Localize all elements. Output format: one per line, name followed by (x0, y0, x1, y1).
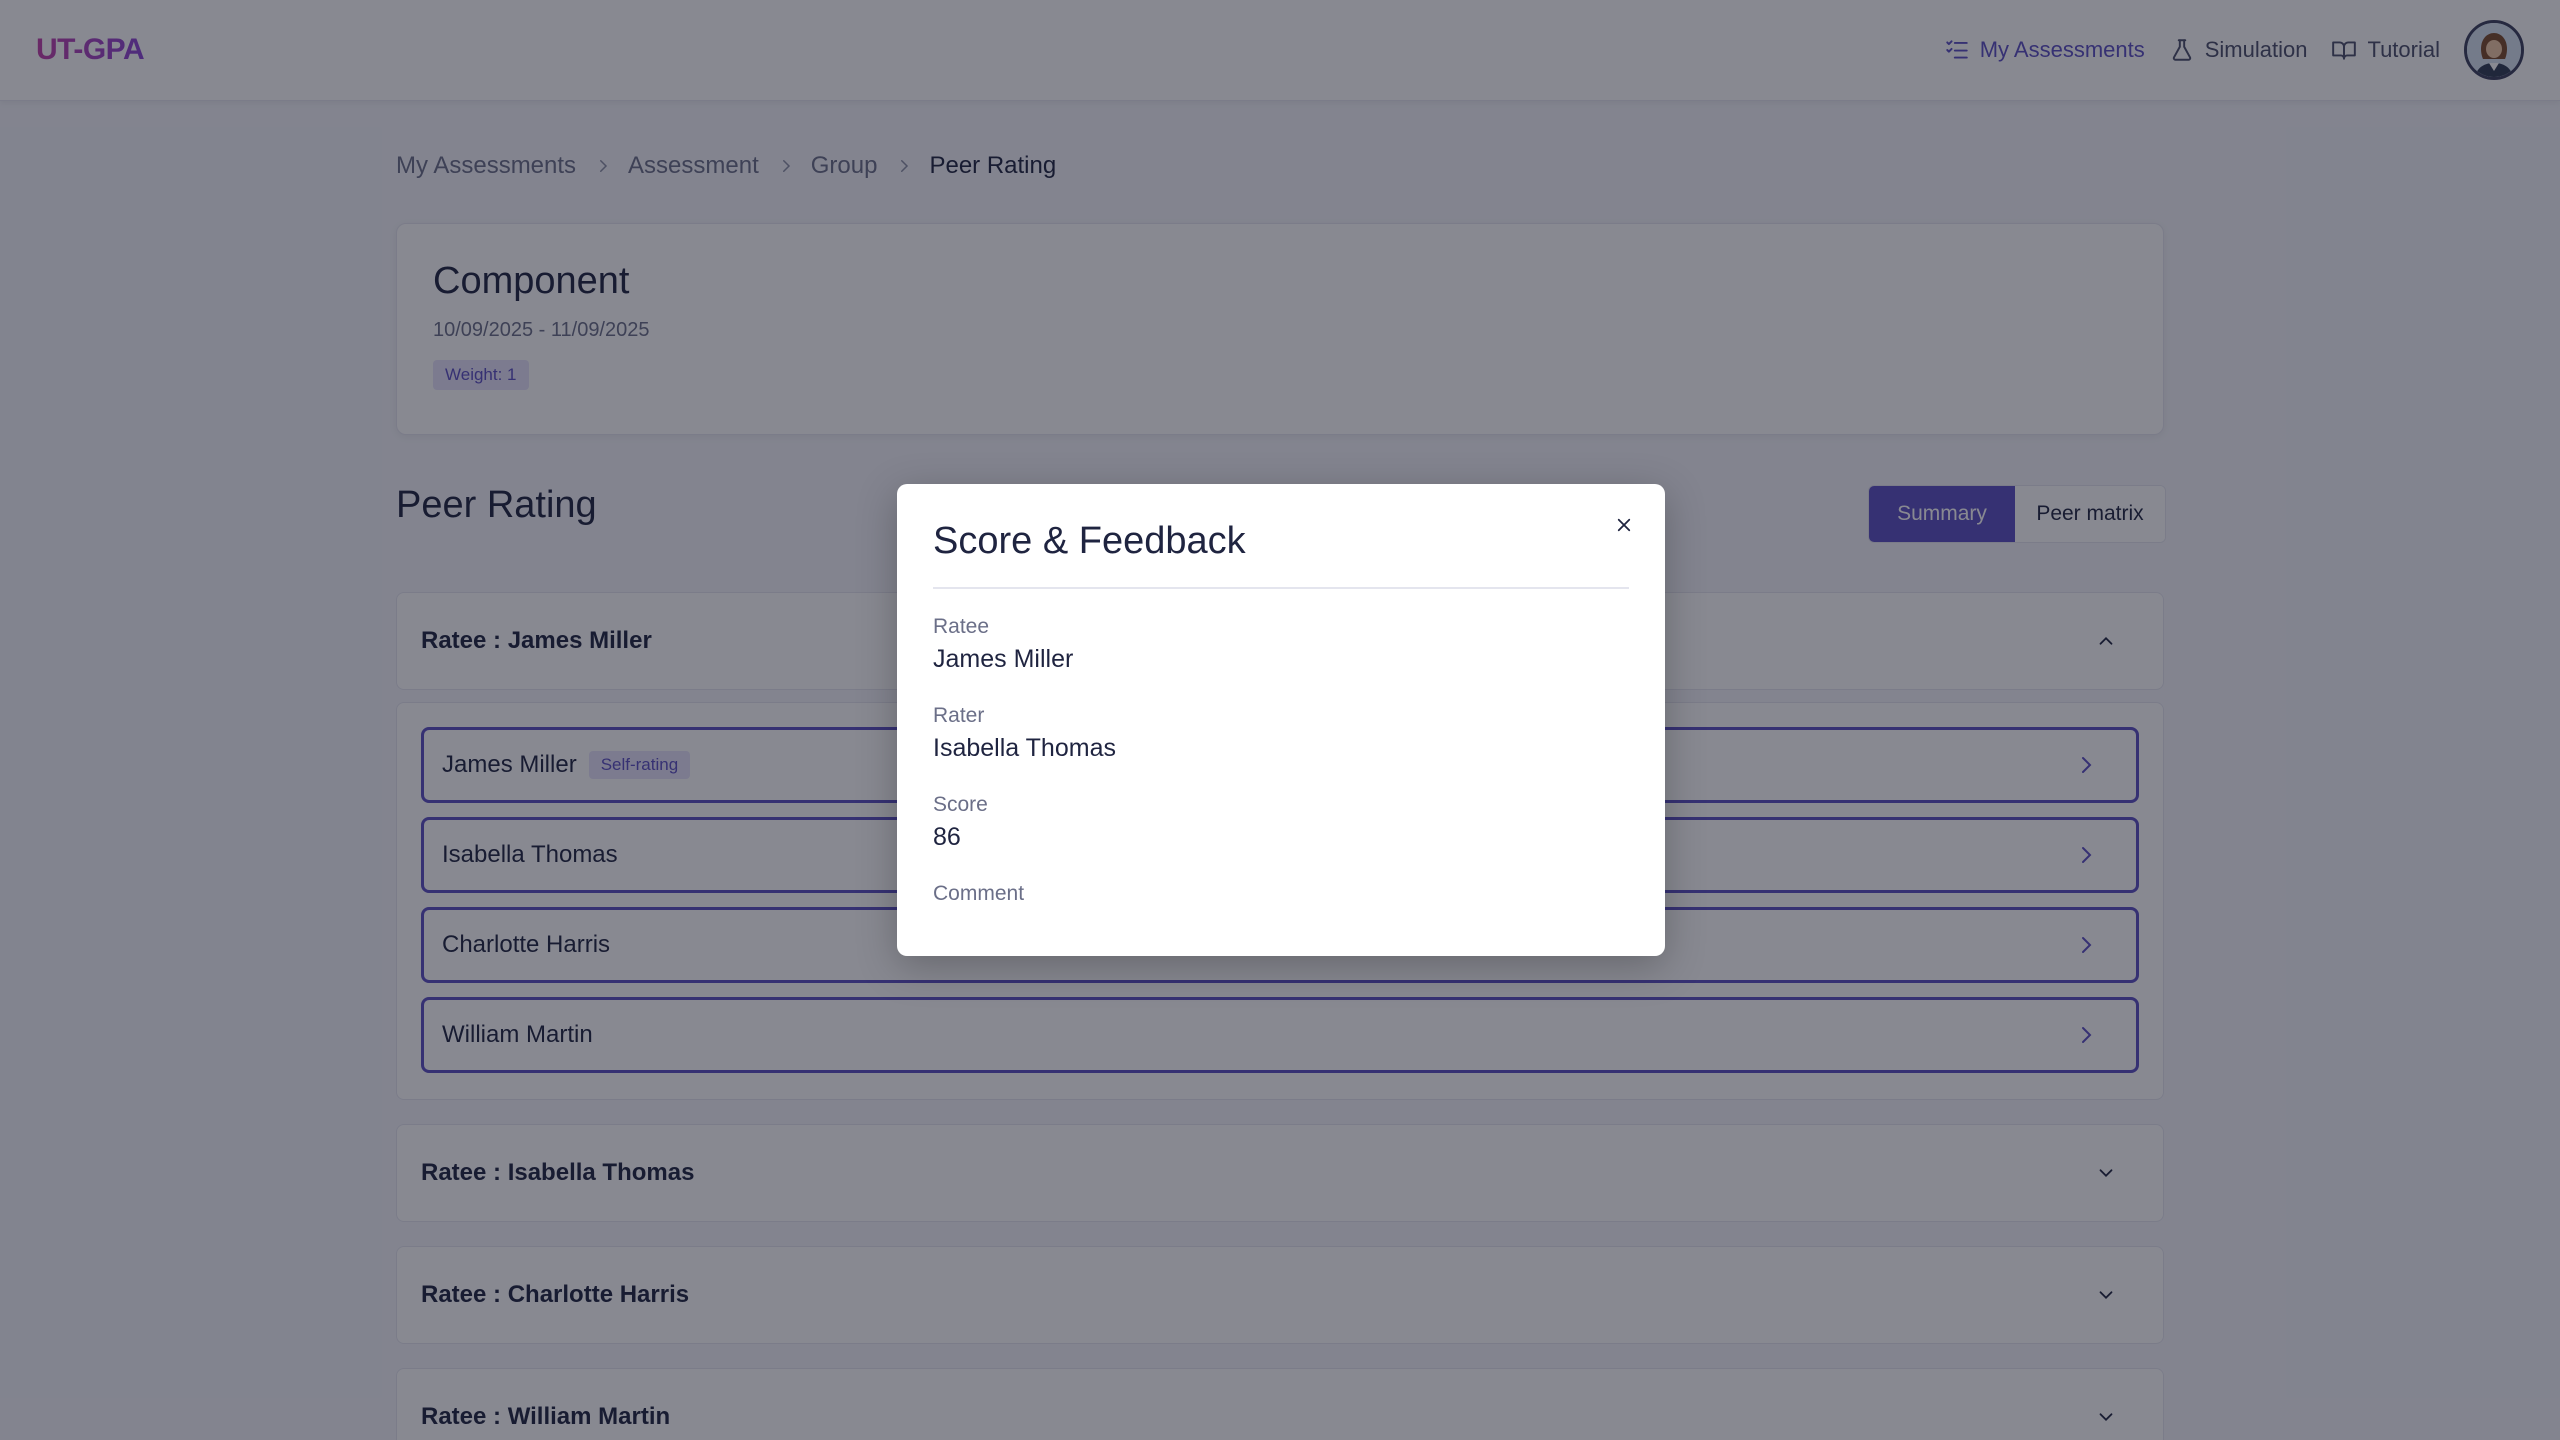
score-field-label: Score (933, 793, 988, 816)
ratee-field-label: Ratee (933, 615, 990, 638)
ratee-field: Ratee James Miller (933, 615, 1629, 674)
comment-field: Comment (933, 882, 1629, 906)
score-feedback-modal: Score & Feedback Ratee James Miller Rate… (897, 484, 1665, 956)
ratee-field-value: James Miller (933, 645, 1074, 673)
close-button[interactable] (1609, 510, 1639, 540)
modal-title: Score & Feedback (933, 520, 1246, 562)
rater-field-label: Rater (933, 704, 985, 727)
score-field-value: 86 (933, 823, 961, 851)
close-icon (1617, 518, 1631, 532)
modal-divider (933, 587, 1629, 589)
rater-field-value: Isabella Thomas (933, 734, 1116, 762)
score-field: Score 86 (933, 793, 1629, 852)
rater-field: Rater Isabella Thomas (933, 704, 1629, 763)
comment-field-label: Comment (933, 882, 1025, 905)
